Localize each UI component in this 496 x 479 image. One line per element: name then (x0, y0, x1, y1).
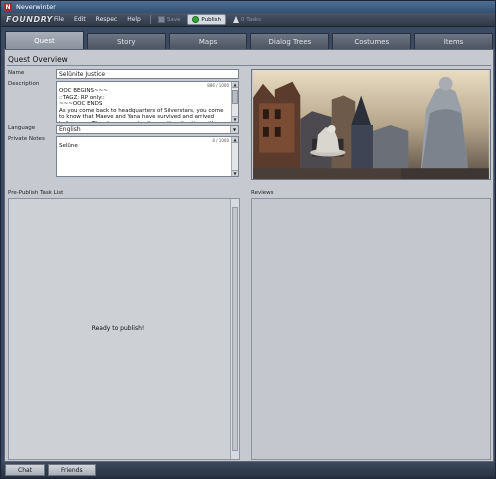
description-text: OOC BEGINS~~~ ::TAGZ: RP only:: ~~~OOC E… (59, 88, 224, 122)
language-value: English (59, 126, 81, 133)
name-label: Name (8, 70, 25, 76)
menu-respec[interactable]: Respec (91, 16, 123, 23)
scroll-up-icon[interactable]: ▲ (232, 137, 238, 143)
private-notes-text: Selûne (59, 143, 78, 149)
tab-story[interactable]: Story (86, 33, 166, 49)
reviews-panel (251, 198, 491, 460)
menu-help[interactable]: Help (122, 16, 146, 23)
menu-file[interactable]: File (49, 16, 69, 23)
description-label: Description (8, 81, 40, 87)
task-list-label: Pre-Publish Task List (8, 190, 64, 196)
language-select[interactable]: English ▼ (56, 125, 239, 134)
menu-separator (149, 15, 151, 24)
tab-dialog-trees[interactable]: Dialog Trees (250, 33, 330, 49)
tab-items[interactable]: Items (414, 33, 493, 49)
description-scroll-thumb[interactable] (232, 90, 238, 104)
tab-quest[interactable]: Quest (5, 31, 84, 49)
bottom-bar: Chat Friends (1, 462, 495, 478)
foundry-logo: FOUNDRY (6, 15, 53, 24)
quest-content-panel: Quest Overview Name Selûnite Justice Des… (4, 49, 494, 462)
language-label: Language (8, 125, 36, 131)
tasks-label: 0 Tasks (241, 16, 261, 23)
description-scrollbar[interactable]: ▲ ▼ (231, 82, 238, 122)
private-notes-textarea[interactable]: 8 / 1000 Selûne ▲ ▼ (56, 136, 239, 177)
window-title: Neverwinter (16, 3, 56, 11)
scroll-down-icon[interactable]: ▼ (232, 170, 238, 176)
private-notes-scrollbar[interactable]: ▲ ▼ (231, 137, 238, 176)
save-label: Save (166, 16, 181, 23)
neverwinter-app-icon: N (4, 3, 12, 11)
quest-banner-image (251, 69, 491, 180)
tasks-button[interactable]: 0 Tasks (229, 15, 265, 24)
friends-button[interactable]: Friends (48, 464, 96, 476)
scroll-up-icon[interactable]: ▲ (232, 82, 238, 88)
save-icon (157, 16, 165, 23)
tab-costumes[interactable]: Costumes (332, 33, 412, 49)
chevron-down-icon[interactable]: ▼ (230, 126, 238, 133)
chat-button[interactable]: Chat (5, 464, 46, 476)
description-char-counter: 886 / 1000 (207, 83, 229, 88)
menu-bar: FOUNDRY File Edit Respec Help Save Publi… (1, 13, 495, 27)
tab-bar: Quest Story Maps Dialog Trees Costumes I… (5, 31, 493, 49)
task-list-scroll-thumb[interactable] (232, 207, 238, 451)
private-notes-char-counter: 8 / 1000 (212, 138, 229, 143)
publish-label: Publish (201, 16, 221, 23)
quest-name-field[interactable]: Selûnite Justice (56, 69, 239, 79)
page-title: Quest Overview (8, 55, 68, 64)
menu-edit[interactable]: Edit (69, 16, 91, 23)
pre-publish-task-list: Ready to publish! (8, 198, 240, 460)
title-divider (7, 65, 491, 66)
app-window: N Neverwinter FOUNDRY File Edit Respec H… (0, 0, 496, 479)
save-button[interactable]: Save (154, 15, 185, 24)
reviews-label: Reviews (251, 190, 274, 196)
tab-maps[interactable]: Maps (168, 33, 248, 49)
task-list-scrollbar[interactable] (230, 199, 239, 459)
private-notes-label: Private Notes (8, 136, 45, 142)
warning-icon (233, 16, 239, 23)
ready-status-text: Ready to publish! (91, 325, 145, 332)
scroll-down-icon[interactable]: ▼ (232, 116, 238, 122)
publish-button[interactable]: Publish (187, 14, 226, 25)
publish-icon (192, 16, 200, 23)
description-textarea[interactable]: 886 / 1000 OOC BEGINS~~~ ::TAGZ: RP only… (56, 81, 239, 123)
title-bar: N Neverwinter (1, 1, 495, 13)
